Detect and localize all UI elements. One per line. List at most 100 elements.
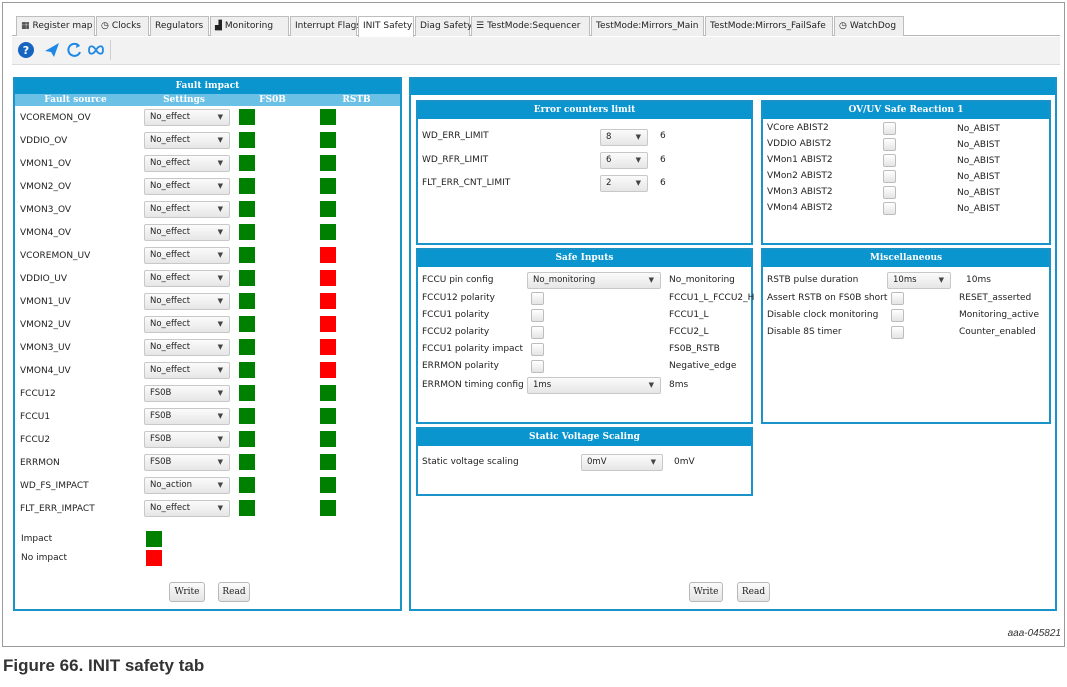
tab-register-map[interactable]: ▦ Register map [16, 16, 95, 36]
fault-setting-select[interactable]: No_effect ▼ [144, 500, 230, 517]
fs0b-indicator [239, 339, 255, 355]
misc-row-checkbox[interactable] [891, 292, 904, 305]
tab-watchdog[interactable]: ◷ WatchDog [834, 16, 904, 36]
tab-interrupt-flags[interactable]: Interrupt Flags [290, 16, 361, 36]
chevron-down-icon: ▼ [635, 133, 641, 141]
safe-input-checkbox[interactable] [531, 309, 544, 322]
fault-setting-select[interactable]: FS0B ▼ [144, 454, 230, 471]
fault-setting-select[interactable]: No_effect ▼ [144, 247, 230, 264]
static-voltage-scaling-label: Static voltage scaling [422, 457, 519, 467]
tab-testmode-mirrors-failsafe[interactable]: TestMode:Mirrors_FailSafe [705, 16, 833, 36]
ovuv-row-label: VCore ABIST2 [767, 123, 829, 133]
safe-input-checkbox[interactable] [531, 326, 544, 339]
tab-diag-safety[interactable]: Diag Safety [415, 16, 472, 36]
chevron-down-icon: ▼ [648, 381, 654, 389]
fault-setting-select[interactable]: No_effect ▼ [144, 224, 230, 241]
ovuv-row-checkbox[interactable] [883, 202, 896, 215]
wd-rfr-limit-label: WD_RFR_LIMIT [422, 155, 489, 165]
rstb-indicator [320, 155, 336, 171]
fs0b-indicator [239, 431, 255, 447]
fault-setting-select[interactable]: No_effect ▼ [144, 132, 230, 149]
ovuv-row-value: No_ABIST [957, 172, 1000, 182]
flt-err-cnt-limit-label: FLT_ERR_CNT_LIMIT [422, 178, 511, 188]
fault-setting-select[interactable]: No_effect ▼ [144, 293, 230, 310]
fault-setting-select[interactable]: No_effect ▼ [144, 316, 230, 333]
ovuv-row-checkbox[interactable] [883, 138, 896, 151]
ovuv-row-checkbox[interactable] [883, 154, 896, 167]
apply-button[interactable] [42, 40, 62, 60]
miscellaneous-title: Miscellaneous [763, 250, 1049, 267]
flt-err-cnt-limit-select[interactable]: 2 ▼ [600, 175, 648, 192]
fault-setting-select[interactable]: FS0B ▼ [144, 385, 230, 402]
tab-init-safety[interactable]: INIT Safety [358, 16, 414, 37]
fault-source-label: VCOREMON_UV [20, 251, 91, 261]
chevron-down-icon: ▼ [217, 113, 223, 121]
help-button[interactable]: ? [16, 40, 36, 60]
chevron-down-icon: ▼ [217, 182, 223, 190]
ovuv-row-checkbox[interactable] [883, 186, 896, 199]
tab-testmode-sequencer[interactable]: ☰ TestMode:Sequencer [471, 16, 590, 36]
fault-setting-select[interactable]: FS0B ▼ [144, 431, 230, 448]
fault-setting-select[interactable]: No_effect ▼ [144, 155, 230, 172]
rstb-indicator [320, 132, 336, 148]
fault-setting-select[interactable]: FS0B ▼ [144, 408, 230, 425]
refresh-button[interactable] [64, 40, 84, 60]
fault-setting-value: No_effect [150, 250, 191, 260]
wd-err-limit-readback: 6 [660, 131, 666, 141]
ovuv-row-checkbox[interactable] [883, 122, 896, 135]
safe-input-label: FCCU2 polarity [422, 327, 490, 337]
fault-setting-value: No_effect [150, 365, 191, 375]
safe-input-checkbox[interactable] [531, 292, 544, 305]
ovuv-row-checkbox[interactable] [883, 170, 896, 183]
safety-config-panel: Error counters limit WD_ERR_LIMIT 8 ▼ 6 W… [409, 77, 1057, 611]
fault-setting-value: No_effect [150, 296, 191, 306]
fault-setting-select[interactable]: No_effect ▼ [144, 201, 230, 218]
fault-setting-select[interactable]: No_effect ▼ [144, 178, 230, 195]
fault-setting-select[interactable]: No_effect ▼ [144, 270, 230, 287]
safe-input-checkbox[interactable] [531, 360, 544, 373]
fault-write-button[interactable]: Write [169, 582, 205, 602]
toolbar-divider [110, 40, 111, 60]
safety-read-button[interactable]: Read [737, 582, 770, 602]
legend-impact-swatch [146, 531, 162, 547]
misc-row-value: Monitoring_active [959, 310, 1039, 320]
loop-button[interactable] [86, 40, 106, 60]
errmon-timing-select[interactable]: 1ms ▼ [527, 377, 661, 394]
rstb-pulse-duration-select[interactable]: 10ms ▼ [887, 272, 951, 289]
fault-table-body: VCOREMON_OV No_effect ▼ VDDIO_OV No_effect ▼ V… [15, 108, 400, 538]
rstb-pulse-duration-label: RSTB pulse duration [767, 275, 859, 285]
rstb-indicator [320, 431, 336, 447]
fccu-pin-config-select[interactable]: No_monitoring ▼ [527, 272, 661, 289]
safe-input-checkbox[interactable] [531, 343, 544, 356]
bar-chart-icon: ▟ [215, 21, 222, 31]
tab-monitoring[interactable]: ▟ Monitoring [210, 16, 289, 36]
tab-regulators[interactable]: Regulators [150, 16, 209, 36]
fault-setting-select[interactable]: No_effect ▼ [144, 339, 230, 356]
wd-rfr-limit-select[interactable]: 6 ▼ [600, 152, 648, 169]
static-voltage-scaling-select[interactable]: 0mV ▼ [581, 454, 663, 471]
wd-err-limit-select[interactable]: 8 ▼ [600, 129, 648, 146]
fault-setting-value: FS0B [150, 457, 172, 467]
fs0b-indicator [239, 132, 255, 148]
fault-setting-select[interactable]: No_action ▼ [144, 477, 230, 494]
safe-inputs-rows: FCCU12 polarity FCCU1_L_FCCU2_H FCCU1 pola… [418, 289, 754, 379]
safety-write-button[interactable]: Write [689, 582, 723, 602]
fs0b-indicator [239, 178, 255, 194]
fault-source-label: VMON3_OV [20, 205, 72, 215]
fault-setting-select[interactable]: No_effect ▼ [144, 109, 230, 126]
fault-setting-select[interactable]: No_effect ▼ [144, 362, 230, 379]
chevron-down-icon: ▼ [648, 276, 654, 284]
fault-read-button[interactable]: Read [218, 582, 250, 602]
wd-err-limit-label: WD_ERR_LIMIT [422, 131, 489, 141]
chevron-down-icon: ▼ [217, 297, 223, 305]
tab-testmode-mirrors-main[interactable]: TestMode:Mirrors_Main [591, 16, 704, 36]
fault-source-label: FCCU12 [20, 389, 56, 399]
fault-table-header: Fault source Settings FS0B RSTB [15, 94, 400, 106]
misc-row-checkbox[interactable] [891, 309, 904, 322]
fault-setting-value: FS0B [150, 434, 172, 444]
misc-row-checkbox[interactable] [891, 326, 904, 339]
fs0b-indicator [239, 362, 255, 378]
tab-clocks[interactable]: ◷ Clocks [96, 16, 149, 36]
chevron-down-icon: ▼ [217, 435, 223, 443]
chevron-down-icon: ▼ [217, 366, 223, 374]
